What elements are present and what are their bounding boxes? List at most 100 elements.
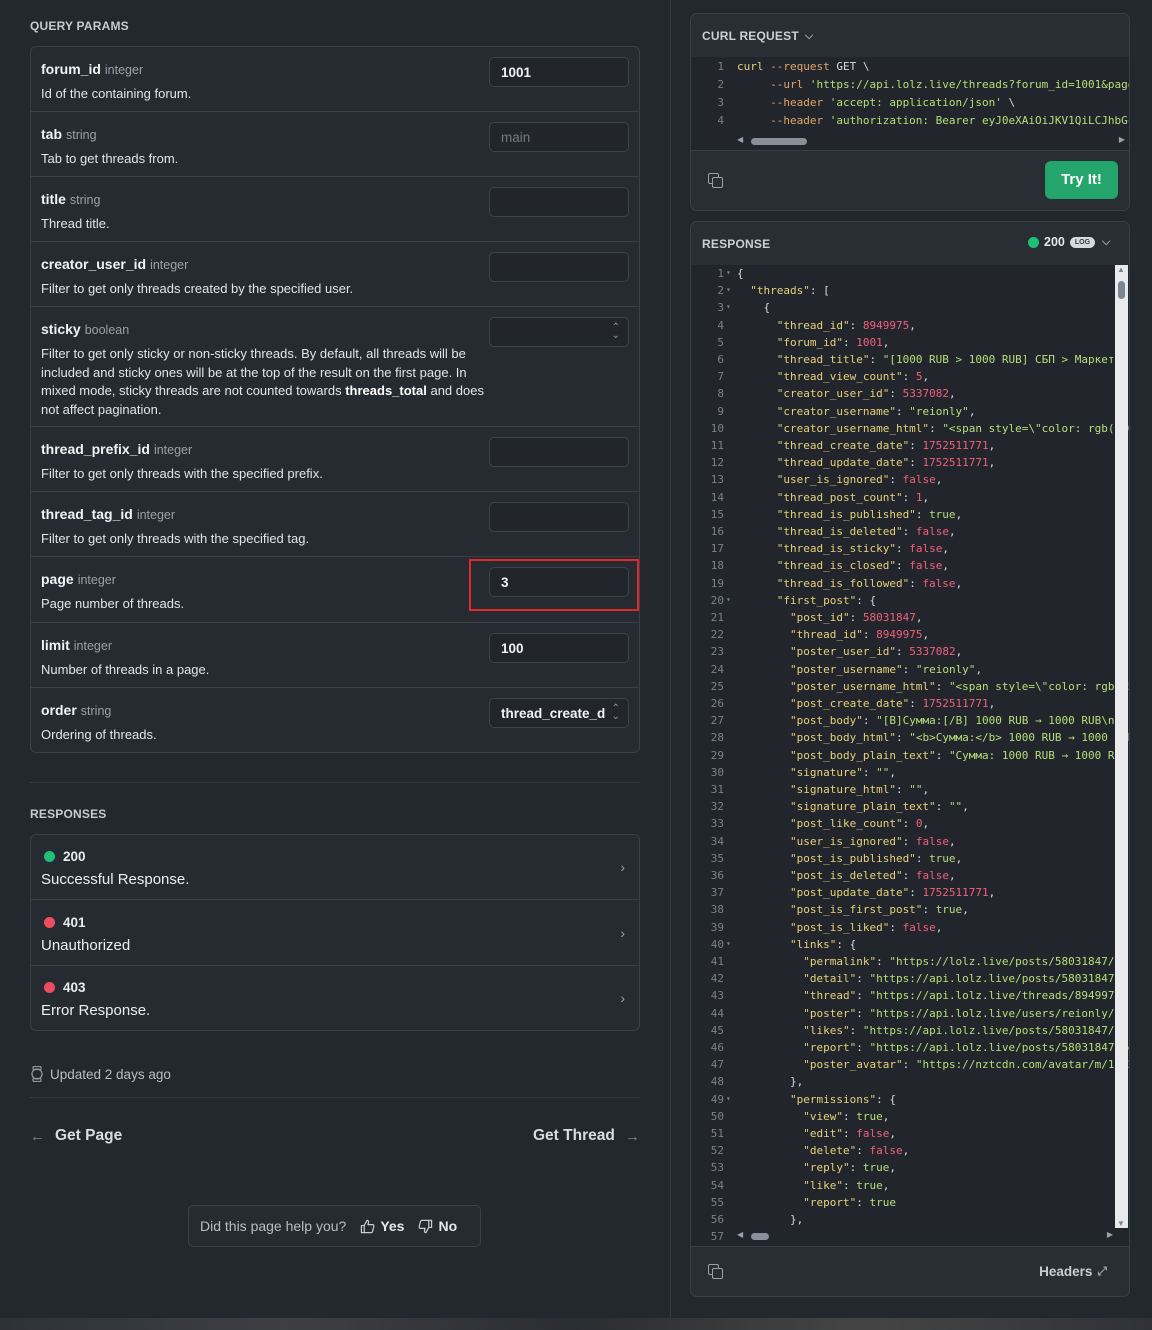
next-page-link[interactable]: Get Thread → bbox=[533, 1127, 640, 1145]
param-input-tab[interactable]: main bbox=[489, 122, 629, 152]
updated-info: Updated 2 days ago bbox=[30, 1066, 171, 1082]
param-description: Filter to get only threads created by th… bbox=[41, 281, 354, 296]
fold-toggle-icon[interactable]: ▾ bbox=[726, 268, 731, 277]
headers-button[interactable]: Headers ⤢ bbox=[1039, 1264, 1107, 1279]
code-token: , bbox=[955, 576, 963, 590]
code-line: 6 "thread_title": "[1000 RUB > 1000 RUB]… bbox=[691, 353, 1129, 370]
code-token: : bbox=[909, 456, 923, 470]
code-token: , bbox=[948, 525, 956, 538]
code-line: 26 "post_create_date": 1752511771, bbox=[691, 697, 1129, 714]
param-input-forum-id[interactable]: 1001 bbox=[489, 57, 629, 87]
code-token: true bbox=[856, 1109, 883, 1123]
code-token: "reply" bbox=[737, 1161, 850, 1175]
code-line: 16 "thread_is_deleted": false, bbox=[691, 525, 1129, 542]
feedback-yes-button[interactable]: Yes bbox=[360, 1218, 404, 1234]
code-token: , bbox=[889, 1161, 896, 1175]
code-text: "signature_plain_text": "", bbox=[737, 800, 969, 813]
code-line: 46 "report": "https://api.lolz.live/post… bbox=[691, 1041, 1129, 1058]
response-item-403[interactable]: 403 Error Response. › bbox=[31, 966, 639, 1030]
copy-icon[interactable] bbox=[707, 1263, 723, 1279]
try-it-button[interactable]: Try It! bbox=[1045, 161, 1118, 199]
line-number: 4 bbox=[717, 318, 724, 332]
code-token: , bbox=[948, 834, 956, 848]
scrollbar-thumb[interactable] bbox=[1118, 281, 1125, 299]
fold-toggle-icon[interactable]: ▾ bbox=[726, 595, 731, 604]
param-name-label: limit bbox=[41, 637, 70, 653]
status-dot bbox=[44, 851, 55, 862]
code-token: "thread_is_sticky" bbox=[737, 542, 896, 556]
code-line: 47 "poster_avatar": "https://nztcdn.com/… bbox=[691, 1058, 1129, 1075]
param-input-sticky[interactable]: ⌃ ⌄ bbox=[489, 317, 629, 347]
param-name-label: creator_user_id bbox=[41, 256, 147, 272]
code-text: "edit": false, bbox=[737, 1127, 896, 1140]
code-token: "delete" bbox=[737, 1144, 857, 1158]
response-vertical-scrollbar[interactable]: ▲ ▼ bbox=[1115, 265, 1128, 1228]
fold-toggle-icon[interactable]: ▾ bbox=[726, 285, 731, 294]
param-input-limit[interactable]: 100 bbox=[489, 633, 629, 663]
code-text: }, bbox=[737, 1075, 803, 1088]
feedback-no-button[interactable]: No bbox=[418, 1218, 457, 1234]
prev-page-link[interactable]: ← Get Page bbox=[30, 1127, 122, 1145]
response-status[interactable]: 200 LOG ⌵ bbox=[1028, 235, 1110, 249]
fold-toggle-icon[interactable]: ▾ bbox=[726, 939, 731, 948]
param-row-order: order string Ordering of threads. thread_cr… bbox=[31, 688, 639, 752]
line-number: 27 bbox=[710, 714, 724, 728]
param-input-thread-tag-id[interactable] bbox=[489, 502, 629, 532]
line-number: 17 bbox=[710, 542, 724, 556]
param-type: integer bbox=[150, 258, 189, 272]
response-item-401[interactable]: 401 Unauthorized › bbox=[31, 901, 639, 966]
line-number: 31 bbox=[710, 783, 724, 796]
line-number: 47 bbox=[710, 1058, 724, 1072]
code-token: : bbox=[876, 955, 890, 968]
param-input-creator-user-id[interactable] bbox=[489, 252, 629, 282]
param-type: integer bbox=[77, 573, 116, 587]
line-number: 3 bbox=[717, 301, 724, 315]
code-token: "permalink" bbox=[737, 955, 877, 968]
code-line: 4 "thread_id": 8949975, bbox=[691, 319, 1129, 336]
curl-title[interactable]: CURL REQUEST ⌵ bbox=[702, 29, 813, 43]
code-text: "user_is_ignored": false, bbox=[737, 473, 943, 486]
code-token: : bbox=[922, 903, 936, 917]
code-token: "post_is_published" bbox=[737, 851, 916, 865]
param-description: Number of threads in a page. bbox=[41, 662, 210, 677]
code-token: false bbox=[915, 869, 949, 882]
response-horizontal-scrollbar[interactable]: ◀ ▶ bbox=[735, 1230, 1115, 1242]
code-token: "https://api.lolz.live/posts/58031847" bbox=[869, 972, 1122, 986]
line-number: 7 bbox=[717, 370, 724, 384]
fold-toggle-icon[interactable]: ▾ bbox=[726, 302, 731, 311]
code-token: , bbox=[942, 559, 949, 573]
scrollbar-thumb[interactable] bbox=[751, 138, 807, 145]
code-token: "<b>Сумма:</b> 1000 RUB → 1000 RUB<br />… bbox=[909, 731, 1129, 745]
column-divider bbox=[670, 0, 671, 1318]
scroll-right-icon[interactable]: ▶ bbox=[1119, 135, 1125, 144]
code-token: "post_body_plain_text" bbox=[737, 748, 936, 762]
code-token: "thread_is_published" bbox=[737, 507, 916, 521]
code-line: 3 --header 'accept: application/json' \ bbox=[691, 96, 1129, 113]
curl-horizontal-scrollbar[interactable]: ◀ ▶ bbox=[735, 135, 1127, 147]
code-text: "view": true, bbox=[737, 1110, 889, 1123]
param-name: creator_user_id integer bbox=[41, 256, 188, 272]
scroll-right-icon[interactable]: ▶ bbox=[1107, 1230, 1113, 1239]
code-token: "reionly" bbox=[909, 404, 969, 418]
code-token: "post_is_first_post" bbox=[737, 903, 923, 917]
code-token: --url bbox=[737, 78, 804, 91]
param-input-order[interactable]: thread_create_d ⌃ ⌄ bbox=[489, 698, 629, 728]
line-number: 1 bbox=[717, 267, 724, 280]
param-input-title[interactable] bbox=[489, 187, 629, 217]
line-number: 41 bbox=[710, 955, 724, 968]
scroll-up-icon[interactable]: ▲ bbox=[1117, 265, 1125, 274]
scroll-left-icon[interactable]: ◀ bbox=[737, 135, 743, 144]
scrollbar-thumb[interactable] bbox=[751, 1233, 769, 1240]
param-input-thread-prefix-id[interactable] bbox=[489, 437, 629, 467]
code-token: "poster" bbox=[737, 1006, 857, 1020]
code-token: : bbox=[842, 1127, 857, 1140]
code-text: "creator_user_id": 5337082, bbox=[737, 387, 956, 400]
response-item-200[interactable]: 200 Successful Response. › bbox=[31, 835, 639, 900]
code-token: true bbox=[869, 1195, 896, 1209]
scroll-left-icon[interactable]: ◀ bbox=[737, 1230, 743, 1239]
copy-icon[interactable] bbox=[707, 172, 723, 188]
fold-toggle-icon[interactable]: ▾ bbox=[726, 1094, 731, 1103]
scroll-down-icon[interactable]: ▼ bbox=[1117, 1219, 1125, 1228]
code-token: : bbox=[842, 1178, 857, 1192]
line-number: 25 bbox=[710, 679, 724, 693]
